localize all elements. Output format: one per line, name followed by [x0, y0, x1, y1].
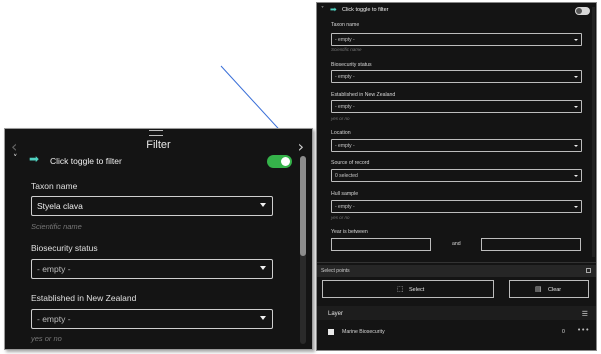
field-label-taxon-name: Taxon name: [31, 181, 78, 191]
filter-toggle-switch[interactable]: [267, 155, 292, 168]
filter-toggle-switch[interactable]: [575, 7, 590, 15]
location-dropdown[interactable]: - empty -: [331, 139, 582, 152]
select-area-icon: ⬚: [397, 285, 404, 293]
caret-down-icon: [574, 76, 578, 78]
biosecurity-status-dropdown[interactable]: - empty -: [331, 70, 582, 83]
field-hint-hull-sample: yes or no: [331, 215, 350, 220]
dropdown-value: - empty -: [37, 264, 71, 274]
drag-handle[interactable]: [149, 130, 163, 136]
caret-down-icon: [574, 145, 578, 147]
caret-down-icon: [260, 266, 266, 270]
field-label-biosecurity-status: Biosecurity status: [31, 243, 98, 253]
toggle-label: Click toggle to filter: [50, 156, 122, 166]
scrollbar-thumb[interactable]: [300, 156, 306, 256]
caret-down-icon: [574, 106, 578, 108]
established-nz-dropdown[interactable]: - empty -: [31, 309, 273, 329]
dropdown-value: - empty -: [335, 143, 355, 149]
select-button[interactable]: ⬚ Select: [322, 280, 494, 298]
dropdown-value: - empty -: [335, 104, 355, 110]
dropdown-value: - empty -: [335, 74, 355, 80]
clear-icon: ▤: [535, 285, 542, 293]
hull-sample-dropdown[interactable]: - empty -: [331, 200, 582, 213]
chevron-down-icon[interactable]: ˅: [321, 6, 324, 13]
toggle-knob: [281, 157, 290, 166]
layer-header: Layer ☰: [317, 306, 596, 320]
right-arrow-icon: ➡: [330, 5, 337, 14]
caret-down-icon: [574, 206, 578, 208]
field-hint-established-nz: yes or no: [331, 116, 350, 121]
field-hint-taxon-name: Scientific name: [31, 222, 82, 231]
taxon-name-dropdown[interactable]: Styela clava: [31, 196, 273, 216]
more-options-icon[interactable]: •••: [577, 326, 589, 334]
scrollbar-track[interactable]: [592, 7, 595, 257]
caret-down-icon: [260, 316, 266, 320]
caret-down-icon: [574, 39, 578, 41]
field-label-location: Location: [331, 130, 351, 136]
select-button-label: Select: [409, 287, 425, 293]
year-and-label: and: [452, 241, 461, 247]
select-points-title: Select points: [321, 268, 350, 274]
filter-panel-full: ˅ ➡ Click toggle to filter Taxon name - …: [316, 2, 597, 351]
field-label-biosecurity-status: Biosecurity status: [331, 62, 372, 68]
dropdown-value: - empty -: [335, 204, 355, 210]
caret-down-icon: [260, 203, 266, 207]
year-from-input[interactable]: [331, 238, 431, 251]
dropdown-value: 0 selected: [335, 173, 358, 179]
clear-button[interactable]: ▤ Clear: [509, 280, 589, 298]
layer-checkbox[interactable]: [328, 329, 334, 335]
list-item[interactable]: Marine Biosecurity 0 •••: [317, 324, 596, 342]
toggle-knob: [576, 8, 582, 14]
dropdown-value: - empty -: [37, 314, 71, 324]
minimize-icon[interactable]: [586, 268, 591, 273]
caret-down-icon: [574, 175, 578, 177]
field-label-established-nz: Established in New Zealand: [331, 92, 396, 98]
filter-toggle-row: ˅ ➡ Click toggle to filter: [320, 5, 592, 18]
layer-name: Marine Biosecurity: [342, 329, 385, 335]
field-label-established-nz: Established in New Zealand: [31, 293, 137, 303]
filter-list-icon[interactable]: ☰: [582, 310, 588, 318]
filter-panel-zoomed: ‹ Filter › ˅ ➡ Click toggle to filter Ta…: [4, 128, 313, 350]
clear-button-label: Clear: [548, 287, 562, 293]
dropdown-value: Styela clava: [37, 201, 83, 211]
field-label-source-of-record: Source of record: [331, 160, 370, 166]
field-label-year-between: Year is between: [331, 229, 368, 235]
filter-toggle-row: ˅ ➡ Click toggle to filter: [11, 152, 301, 172]
taxon-name-dropdown[interactable]: - empty -: [331, 33, 582, 46]
right-arrow-icon: ➡: [29, 152, 40, 166]
divider: [317, 262, 596, 263]
year-to-input[interactable]: [481, 238, 581, 251]
biosecurity-status-dropdown[interactable]: - empty -: [31, 259, 273, 279]
select-points-header: Select points: [317, 265, 596, 277]
field-label-hull-sample: Hull sample: [331, 191, 359, 197]
chevron-down-icon[interactable]: ˅: [13, 154, 18, 164]
panel-title: Filter: [146, 139, 171, 151]
source-of-record-dropdown[interactable]: 0 selected: [331, 169, 582, 182]
field-label-taxon-name: Taxon name: [331, 22, 360, 28]
layer-header-title: Layer: [328, 311, 344, 317]
layer-count: 0: [562, 329, 565, 335]
dropdown-value: - empty -: [335, 37, 355, 43]
toggle-label: Click toggle to filter: [342, 7, 389, 13]
field-hint-taxon-name: Scientific name: [331, 47, 362, 52]
established-nz-dropdown[interactable]: - empty -: [331, 100, 582, 113]
field-hint-established-nz: yes or no: [31, 334, 62, 343]
